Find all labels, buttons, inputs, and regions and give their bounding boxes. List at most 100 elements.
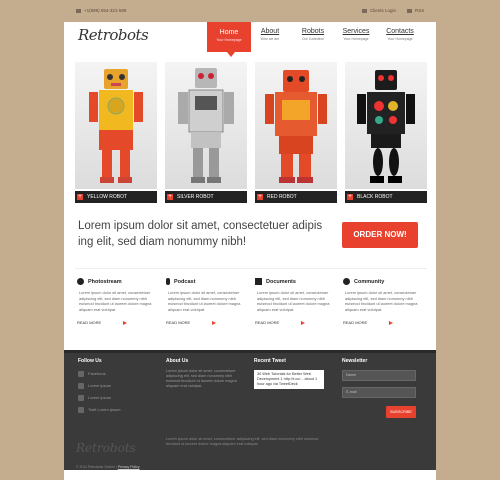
robot-card-yellow[interactable]: + YELLOW ROBOT — [75, 62, 157, 203]
feature-text: Lorem ipsum dolor sit amet, consectetuer… — [257, 290, 330, 312]
read-more-link[interactable]: READ MORE — [166, 320, 248, 325]
nav-robots[interactable]: Robots Our Collection — [291, 28, 335, 41]
arrow-right-icon — [123, 320, 128, 325]
read-more-label: READ MORE — [255, 320, 280, 326]
robot-label: YELLOW ROBOT — [87, 194, 128, 200]
chat-bubble-icon — [343, 278, 350, 286]
follow-title: Follow Us — [78, 358, 102, 364]
divider — [75, 268, 427, 269]
top-bar: +1(999) 654-321-589 Clients Login RSS — [64, 0, 436, 22]
slogan-text: Lorem ipsum dolor sit amet, consectetuer… — [78, 220, 323, 248]
nav-contacts[interactable]: Contacts Your Homepage — [378, 28, 422, 41]
nav-home-sub: Your Homepage — [216, 38, 242, 42]
facebook-icon — [78, 370, 84, 377]
feature-text: Lorem ipsum dolor sit amet, consectetuer… — [79, 290, 152, 312]
arrow-right-icon — [389, 320, 394, 325]
footer-tweet: Recent Tweet 30 Web Tutorials for Better… — [254, 358, 324, 389]
robot-gallery: + YELLOW ROBOT + SILVER ROBOT + RED ROBO… — [75, 62, 427, 203]
microphone-icon — [166, 278, 170, 286]
nav-robots-title: Robots — [301, 28, 325, 35]
robot-label: RED ROBOT — [267, 194, 297, 200]
robot-card-black[interactable]: + BLACK ROBOT — [345, 62, 427, 203]
nav-services[interactable]: Services Your Homepage — [334, 28, 378, 41]
nav-home[interactable]: Home Your Homepage — [207, 22, 251, 57]
feature-title: Photostream — [88, 279, 122, 285]
twitter-icon — [78, 406, 84, 413]
newsletter-title: Newsletter — [342, 358, 368, 364]
feature-text: Lorem ipsum dolor sit amet, consectetuer… — [345, 290, 418, 312]
footer-strip — [64, 350, 436, 353]
social-icon — [78, 382, 84, 389]
read-more-label: READ MORE — [77, 320, 102, 326]
feature-title: Community — [354, 279, 385, 285]
follow-facebook[interactable]: Facebook — [78, 368, 120, 380]
email-input[interactable]: E-mail — [342, 387, 416, 398]
follow-label: Facebook — [88, 371, 106, 376]
robot-caption-silver: + SILVER ROBOT — [165, 191, 247, 203]
feature-heading: Photostream — [77, 278, 159, 287]
privacy-link[interactable]: Privacy Policy — [118, 465, 140, 469]
about-text: Lorem ipsum dolor sit amet, consectetuer… — [166, 369, 237, 388]
read-more-label: READ MORE — [166, 320, 191, 326]
feature-documents: Documents Lorem ipsum dolor sit amet, co… — [255, 278, 337, 325]
follow-item-3[interactable]: Lorem ipsum — [78, 392, 120, 404]
login-text: Clients Login — [370, 8, 397, 13]
robot-image-red — [255, 62, 337, 189]
red-robot-icon — [265, 70, 327, 183]
header: Retrobots Home Your Homepage About Who w… — [64, 22, 436, 62]
footer-logo[interactable]: Retrobots — [76, 441, 136, 455]
feature-heading: Community — [343, 278, 425, 287]
footer-bottom-text: Lorem ipsum dolor sit amet, consectetuer… — [166, 437, 319, 446]
plus-icon: + — [167, 194, 173, 200]
plus-icon: + — [77, 194, 83, 200]
nav-robots-sub: Our Collection — [301, 37, 325, 41]
site-logo[interactable]: Retrobots — [78, 26, 149, 44]
follow-label: Lorem ipsum — [88, 395, 112, 400]
clients-login-link[interactable]: Clients Login — [362, 8, 396, 13]
copyright-text: © 2011 Retrobots Orders — [76, 465, 115, 469]
document-icon — [255, 278, 262, 286]
footer-newsletter: Newsletter Name E-mail — [342, 358, 416, 398]
tweet-text: 30 Web Tutorials for Better Web Developm… — [254, 370, 324, 389]
robot-caption-black: + BLACK ROBOT — [345, 191, 427, 203]
user-icon — [362, 8, 367, 13]
feature-title: Documents — [266, 279, 296, 285]
feature-community: Community Lorem ipsum dolor sit amet, co… — [343, 278, 425, 325]
robot-card-silver[interactable]: + SILVER ROBOT — [165, 62, 247, 203]
nav-about-sub: Who we are — [260, 37, 280, 41]
nav-services-title: Services — [342, 28, 370, 35]
feature-photostream: Photostream Lorem ipsum dolor sit amet, … — [77, 278, 159, 325]
subscribe-button[interactable]: SUBSCRIBE — [386, 406, 416, 418]
follow-item-2[interactable]: Lorem ipsum — [78, 380, 120, 392]
read-more-link[interactable]: READ MORE — [343, 320, 425, 325]
read-more-link[interactable]: READ MORE — [77, 320, 159, 325]
silver-robot-icon — [178, 68, 234, 183]
feature-heading: Documents — [255, 278, 337, 287]
footer-follow: Follow Us Facebook Lorem ipsum Lorem ips… — [78, 358, 120, 416]
feature-title: Podcast — [174, 279, 196, 285]
order-now-button[interactable]: ORDER NOW! — [342, 222, 418, 248]
robot-caption-red: + RED ROBOT — [255, 191, 337, 203]
nav-contacts-sub: Your Homepage — [387, 37, 413, 41]
name-input[interactable]: Name — [342, 370, 416, 381]
robot-caption-yellow: + YELLOW ROBOT — [75, 191, 157, 203]
feature-podcast: Podcast Lorem ipsum dolor sit amet, cons… — [166, 278, 248, 325]
nav-home-title: Home — [219, 29, 239, 36]
tweet-title: Recent Tweet — [254, 358, 286, 364]
feature-text: Lorem ipsum dolor sit amet, consectetuer… — [168, 290, 241, 312]
follow-twitter[interactable]: Twitt Lorem ipsum — [78, 404, 120, 416]
read-more-label: READ MORE — [343, 320, 368, 326]
follow-label: Lorem ipsum — [88, 383, 112, 388]
nav-about[interactable]: About Who we are — [248, 28, 292, 41]
robot-label: BLACK ROBOT — [357, 194, 393, 200]
robot-card-red[interactable]: + RED ROBOT — [255, 62, 337, 203]
rss-link[interactable]: RSS — [407, 8, 424, 13]
black-robot-icon — [357, 70, 415, 183]
yellow-robot-icon — [89, 69, 143, 183]
robot-image-silver — [165, 62, 247, 189]
nav-contacts-title: Contacts — [386, 28, 414, 35]
phone-number: +1(999) 654-321-589 — [76, 8, 126, 13]
robot-image-yellow — [75, 62, 157, 189]
read-more-link[interactable]: READ MORE — [255, 320, 337, 325]
feature-heading: Podcast — [166, 278, 248, 287]
